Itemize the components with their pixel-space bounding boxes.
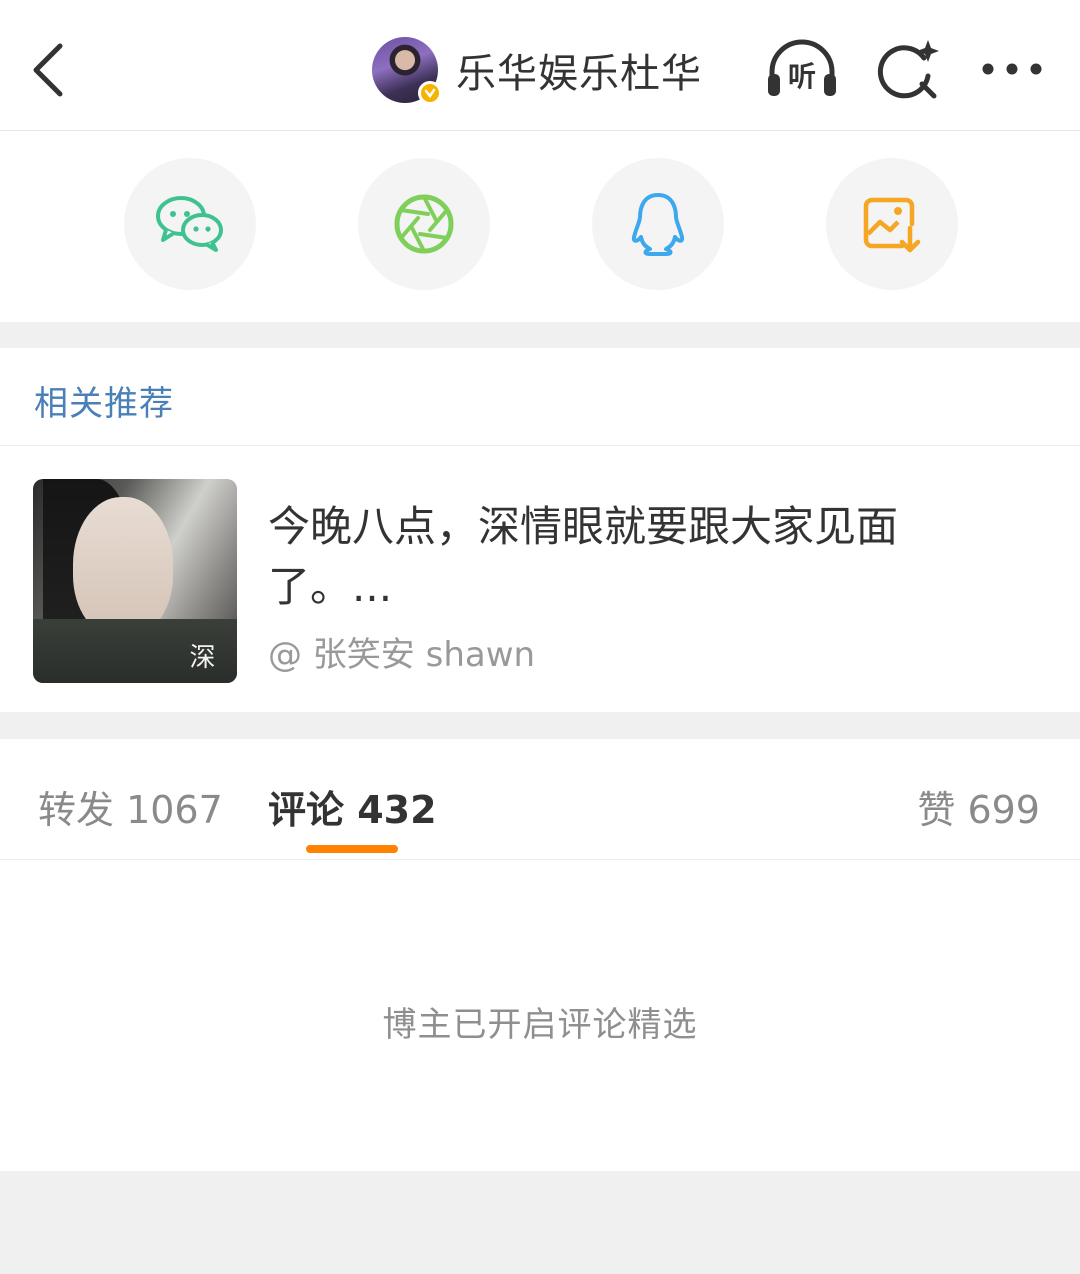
save-image-button[interactable] [826, 158, 958, 290]
search-sparkle-icon [877, 40, 939, 99]
headphones-listen-icon: 听 [768, 39, 836, 96]
listen-button[interactable]: 听 [764, 36, 840, 102]
wechat-icon [156, 196, 223, 252]
related-post-text[interactable]: 今晚八点，深情眼就要跟大家见面了。... [268, 497, 1008, 617]
share-moments-button[interactable] [358, 158, 490, 290]
share-wechat-button[interactable] [124, 158, 256, 290]
share-qq-button[interactable] [592, 158, 724, 290]
related-post-author[interactable]: @ 张笑安 shawn [268, 627, 535, 676]
interaction-tabs: 转发 1067 评论 432 赞 699 [0, 739, 1080, 860]
share-row [0, 131, 1080, 322]
comments-selected-note: 博主已开启评论精选 [382, 1005, 698, 1045]
verified-badge-icon [418, 81, 442, 105]
back-button[interactable] [26, 38, 78, 102]
active-tab-indicator [306, 845, 398, 853]
thumbnail-poster-text: 深 [185, 643, 215, 669]
moments-aperture-icon [394, 194, 454, 254]
related-post-item[interactable]: 深 今晚八点，深情眼就要跟大家见面了。... @ 张笑安 shawn [0, 447, 1080, 712]
save-image-icon [863, 197, 921, 253]
avatar[interactable] [372, 37, 442, 105]
section-divider [0, 322, 1080, 348]
author-name[interactable]: 乐华娱乐杜华 [456, 41, 702, 99]
tab-comment[interactable]: 评论 432 [268, 779, 437, 834]
tab-like[interactable]: 赞 699 [917, 779, 1040, 834]
bottom-background [0, 1171, 1080, 1274]
search-button[interactable] [872, 36, 948, 102]
top-nav-bar: 乐华娱乐杜华 听 [0, 0, 1080, 131]
listen-label: 听 [788, 60, 816, 93]
qq-penguin-icon [631, 193, 685, 256]
section-divider [0, 712, 1080, 739]
related-section-header: 相关推荐 [0, 348, 1080, 446]
back-chevron-icon [33, 43, 63, 97]
comments-area: 博主已开启评论精选 [0, 861, 1080, 1171]
tab-repost[interactable]: 转发 1067 [38, 779, 223, 834]
more-dots-icon [982, 63, 1042, 75]
author-info[interactable]: 乐华娱乐杜华 [372, 36, 702, 105]
related-post-thumbnail[interactable]: 深 [33, 479, 237, 683]
more-button[interactable] [976, 36, 1052, 102]
weibo-post-detail-page: 乐华娱乐杜华 听 相关推荐 深 今晚八点，深情眼就要跟大家见面了。... @ 张… [0, 0, 1080, 1274]
related-section-title: 相关推荐 [34, 384, 174, 424]
